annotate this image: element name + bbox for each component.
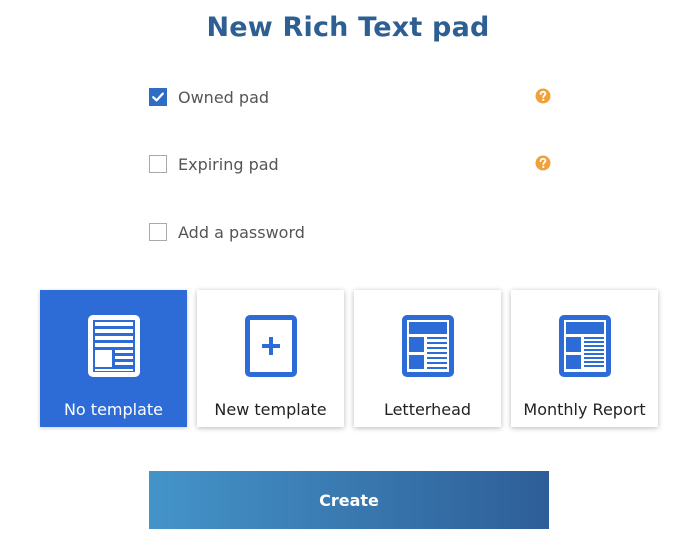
owned-pad-label: Owned pad: [178, 87, 270, 107]
password-label: Add a password: [178, 222, 305, 242]
tile-label: No template: [63, 400, 164, 419]
expiring-pad-label: Expiring pad: [178, 154, 279, 174]
tile-label: New template: [214, 400, 327, 419]
template-no-template[interactable]: No template: [40, 290, 187, 427]
password-option[interactable]: Add a password: [149, 220, 551, 244]
tile-label: Monthly Report: [523, 400, 646, 419]
owned-pad-checkbox[interactable]: [149, 88, 167, 106]
expiring-pad-option[interactable]: Expiring pad: [149, 152, 551, 176]
page-title: New Rich Text pad: [206, 12, 490, 43]
help-icon[interactable]: [535, 155, 551, 171]
template-new-template[interactable]: New template: [197, 290, 344, 427]
new-pad-dialog: New Rich Text pad Owned pad Expiring pad…: [0, 0, 696, 546]
document-lines-icon: [88, 315, 140, 377]
plus-square-icon: [245, 315, 297, 377]
letterhead-icon: [402, 315, 454, 377]
checkmark-icon: [152, 92, 164, 102]
tile-label: Letterhead: [383, 400, 472, 419]
template-monthly-report[interactable]: Monthly Report: [511, 290, 658, 427]
help-icon[interactable]: [535, 88, 551, 104]
report-icon: [559, 315, 611, 377]
create-button[interactable]: Create: [149, 471, 549, 529]
template-letterhead[interactable]: Letterhead: [354, 290, 501, 427]
owned-pad-option[interactable]: Owned pad: [149, 85, 551, 109]
expiring-pad-checkbox[interactable]: [149, 155, 167, 173]
password-checkbox[interactable]: [149, 223, 167, 241]
